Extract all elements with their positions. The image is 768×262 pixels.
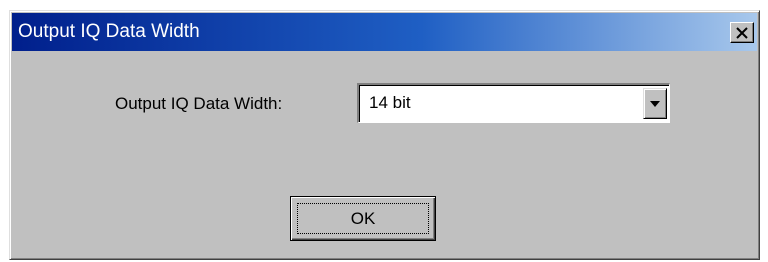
title-bar[interactable]: Output IQ Data Width [12, 13, 757, 51]
ok-button[interactable]: OK [290, 196, 436, 241]
ok-button-label: OK [350, 208, 376, 228]
window-title: Output IQ Data Width [18, 21, 200, 42]
select-value: 14 bit [369, 93, 411, 112]
chevron-down-icon [650, 100, 660, 107]
output-iq-data-width-label: Output IQ Data Width: [115, 94, 283, 113]
dropdown-button[interactable] [643, 88, 667, 119]
close-icon [736, 26, 748, 39]
close-button[interactable] [730, 22, 754, 43]
dialog-window: Output IQ Data Width Output IQ Data Widt… [9, 10, 760, 260]
output-iq-data-width-select[interactable]: 14 bit [357, 83, 670, 123]
